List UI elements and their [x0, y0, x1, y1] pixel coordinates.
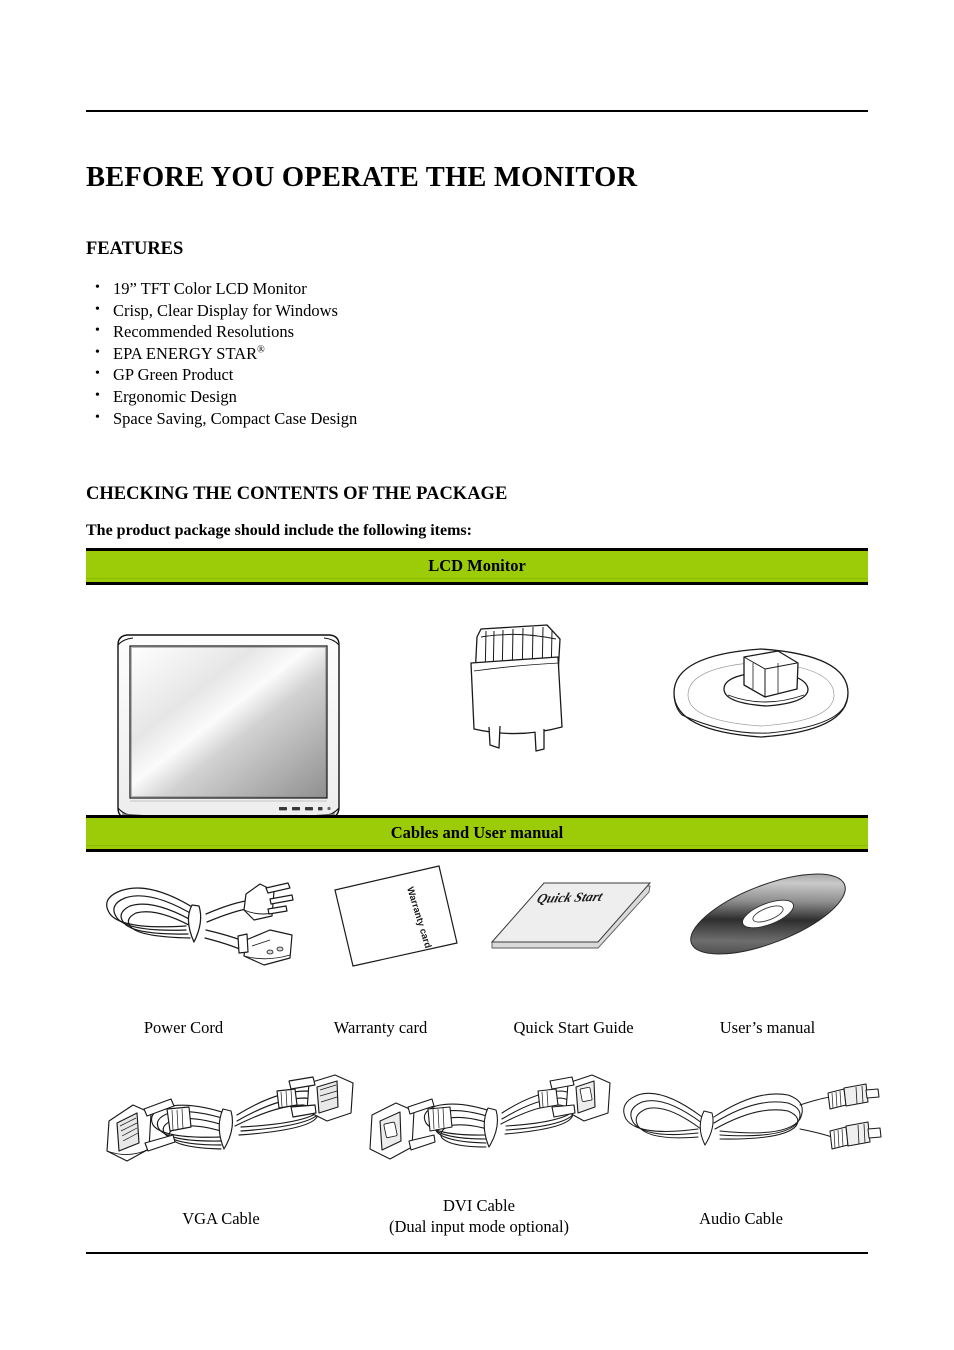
label-quick-start-guide: Quick Start Guide: [513, 1018, 634, 1037]
users-manual-disc-illustration: [681, 862, 856, 967]
vga-cable-illustration: [91, 1065, 356, 1180]
feature-text: EPA ENERGY STAR: [113, 343, 258, 363]
band-lcd-monitor: LCD Monitor: [86, 548, 868, 585]
quick-start-guide-illustration: Quick Start: [486, 870, 656, 965]
header-rule: [86, 110, 868, 112]
label-users-manual: User’s manual: [719, 1018, 816, 1037]
lcd-panel-illustration: [108, 627, 358, 837]
document-page: BEFORE YOU OPERATE THE MONITOR FEATURES …: [0, 0, 954, 1350]
list-item: Recommended Resolutions: [86, 320, 686, 343]
label-dvi-cable: DVI Cable: [443, 1196, 515, 1215]
table-row-media-items: Warranty card Quick Start: [86, 852, 868, 1017]
label-power-cord: Power Cord: [143, 1018, 224, 1037]
band-lcd-monitor-label: LCD Monitor: [428, 556, 526, 575]
table-row-monitor-parts: [86, 585, 868, 820]
audio-cable-illustration: [616, 1069, 882, 1174]
feature-text: Ergonomic Design: [113, 386, 237, 406]
label-dvi-cable-note: (Dual input mode optional): [388, 1217, 570, 1236]
features-heading: FEATURES: [86, 239, 184, 260]
stand-base-illustration: [666, 627, 856, 762]
quick-start-artwork-text: Quick Start: [535, 890, 606, 907]
feature-text: Space Saving, Compact Case Design: [113, 408, 358, 428]
stand-neck-illustration: [461, 615, 591, 760]
table-row-cable-items: [86, 1065, 882, 1190]
list-item: 19” TFT Color LCD Monitor: [86, 277, 686, 300]
label-vga-cable: VGA Cable: [182, 1209, 260, 1228]
package-lead-text: The product package should include the f…: [86, 522, 472, 539]
band-inner-line: [86, 578, 868, 579]
feature-text: Recommended Resolutions: [113, 322, 295, 342]
label-warranty-card: Warranty card: [333, 1018, 428, 1037]
package-contents-table: LCD Monitor Cables and User manual Warra…: [86, 548, 882, 1254]
list-item: Crisp, Clear Display for Windows: [86, 299, 686, 322]
feature-text: GP Green Product: [113, 365, 234, 385]
power-cord-illustration: [94, 864, 299, 974]
feature-text: Crisp, Clear Display for Windows: [113, 300, 338, 320]
list-item: Ergonomic Design: [86, 385, 686, 408]
band-cables-manual: Cables and User manual: [86, 815, 868, 852]
dvi-cable-illustration: [364, 1069, 614, 1174]
band-cables-manual-label: Cables and User manual: [390, 823, 564, 842]
checking-contents-heading: CHECKING THE CONTENTS OF THE PACKAGE: [86, 484, 508, 505]
label-audio-cable: Audio Cable: [699, 1209, 783, 1228]
features-list: 19” TFT Color LCD Monitor Crisp, Clear D…: [86, 277, 686, 430]
table-row-cable-labels: VGA Cable DVI Cable (Dual input mode opt…: [86, 1190, 868, 1254]
list-item: GP Green Product: [86, 363, 686, 386]
band-inner-line: [86, 845, 868, 846]
table-row-media-labels: Power Cord Warranty card Quick Start Gui…: [86, 1017, 868, 1065]
feature-superscript: ®: [257, 344, 265, 356]
list-item: Space Saving, Compact Case Design: [86, 407, 686, 430]
feature-text: 19” TFT Color LCD Monitor: [113, 279, 307, 298]
warranty-card-illustration: Warranty card: [329, 860, 464, 970]
page-title: BEFORE YOU OPERATE THE MONITOR: [86, 162, 638, 194]
list-item: EPA ENERGY STAR®: [86, 342, 686, 365]
